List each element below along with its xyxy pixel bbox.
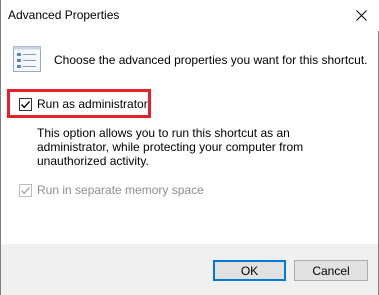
button-bar: OK Cancel — [1, 244, 378, 295]
advanced-properties-dialog: Advanced Properties Choose the advanced … — [0, 0, 379, 295]
run-as-admin-checkbox[interactable] — [19, 97, 32, 111]
run-as-admin-option[interactable]: Run as administrator — [19, 97, 148, 111]
properties-list-icon — [13, 46, 41, 72]
ok-button[interactable]: OK — [213, 260, 286, 281]
checkmark-icon — [20, 186, 31, 194]
title-bar: Advanced Properties — [1, 0, 379, 31]
prompt-text: Choose the advanced properties you want … — [54, 53, 368, 67]
close-button[interactable] — [346, 2, 376, 28]
close-icon — [355, 9, 367, 21]
separate-memory-label: Run in separate memory space — [37, 183, 204, 197]
cancel-button[interactable]: Cancel — [294, 260, 368, 281]
dialog-title: Advanced Properties — [8, 8, 120, 22]
run-as-admin-description: This option allows you to run this short… — [37, 126, 304, 168]
dialog-content: Choose the advanced properties you want … — [1, 31, 378, 244]
run-as-admin-label: Run as administrator — [37, 97, 148, 111]
checkmark-icon — [20, 100, 31, 108]
separate-memory-checkbox — [19, 183, 32, 197]
separate-memory-option: Run in separate memory space — [19, 183, 204, 197]
